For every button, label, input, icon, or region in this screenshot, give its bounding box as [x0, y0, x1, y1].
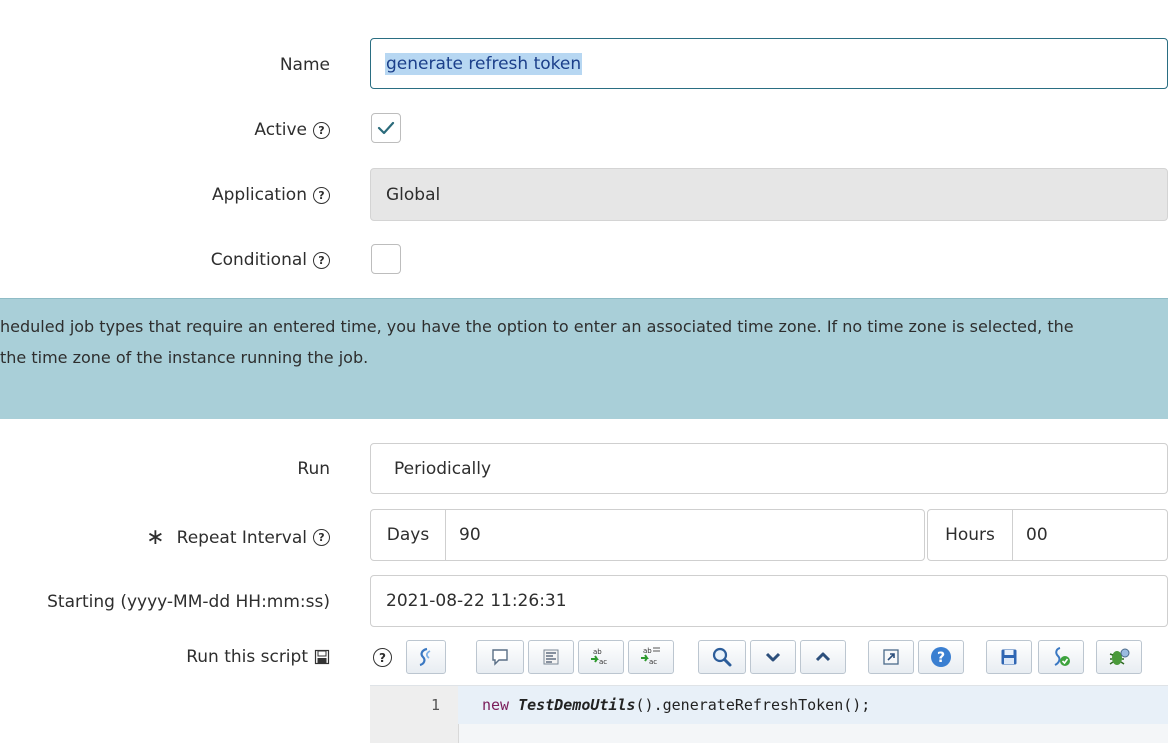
format-code-icon: [543, 649, 559, 665]
svg-text:ac: ac: [599, 658, 607, 666]
active-label: Active ?: [254, 120, 330, 140]
timezone-info-banner: heduled job types that require an entere…: [0, 298, 1168, 419]
run-select[interactable]: Periodically: [370, 443, 1168, 494]
required-marker: ∗: [146, 525, 165, 550]
run-script-label: Run this script: [186, 647, 330, 667]
repeat-interval-label: ∗ Repeat Interval ?: [146, 525, 330, 550]
starting-value: 2021-08-22 11:26:31: [386, 591, 567, 611]
svg-text:ab: ab: [593, 648, 602, 656]
code-call: ().generateRefreshToken();: [635, 696, 871, 714]
hours-addon: Hours: [928, 510, 1013, 560]
fullscreen-button[interactable]: [868, 640, 914, 674]
script-syntax-button[interactable]: [406, 640, 446, 674]
days-addon: Days: [371, 510, 446, 560]
active-checkbox[interactable]: [371, 113, 401, 143]
script-help-icon[interactable]: ?: [373, 648, 392, 667]
name-value: generate refresh token: [385, 52, 583, 75]
starting-label: Starting (yyyy-MM-dd HH:mm:ss): [47, 592, 330, 612]
svg-text:ac: ac: [649, 658, 657, 666]
save-script-button[interactable]: [986, 640, 1032, 674]
fullscreen-icon: [883, 649, 899, 665]
hours-input[interactable]: [1013, 524, 1148, 546]
conditional-checkbox[interactable]: [371, 244, 401, 274]
code-line[interactable]: new TestDemoUtils ().generateRefreshToken…: [458, 686, 1168, 724]
days-input[interactable]: [446, 524, 861, 546]
repeat-hours-group: Hours: [927, 509, 1168, 561]
replace-all-button[interactable]: ab ac: [628, 640, 674, 674]
code-class-name: TestDemoUtils: [518, 696, 636, 714]
run-label: Run: [297, 459, 330, 479]
search-button[interactable]: [698, 640, 746, 674]
replace-button[interactable]: ab ac: [578, 640, 624, 674]
comment-button[interactable]: [476, 640, 524, 674]
checkmark-icon: [377, 121, 395, 135]
application-label: Application ?: [212, 185, 330, 205]
name-label: Name: [279, 55, 330, 75]
script-check-button[interactable]: [1038, 640, 1084, 674]
name-input[interactable]: generate refresh token: [370, 38, 1168, 89]
banner-line-1: heduled job types that require an entere…: [0, 317, 1074, 336]
banner-line-2: the time zone of the instance running th…: [0, 348, 369, 367]
line-number: 1: [430, 696, 440, 714]
starting-input[interactable]: 2021-08-22 11:26:31: [370, 575, 1168, 627]
search-icon: [712, 647, 732, 667]
help-button[interactable]: ?: [918, 640, 964, 674]
help-icon[interactable]: ?: [313, 251, 330, 269]
conditional-label: Conditional ?: [211, 250, 330, 270]
script-editor[interactable]: 1 new TestDemoUtils ().generateRefreshTok…: [370, 685, 1168, 743]
repeat-days-group: Days: [370, 509, 925, 561]
find-next-button[interactable]: [750, 640, 796, 674]
debug-button[interactable]: [1096, 640, 1142, 674]
comment-icon: [492, 649, 508, 666]
save-field-icon[interactable]: [314, 649, 330, 665]
save-icon: [1001, 649, 1017, 665]
script-syntax-icon: [419, 647, 431, 667]
help-icon[interactable]: ?: [313, 121, 330, 139]
help-icon: ?: [931, 647, 951, 667]
application-value: Global: [386, 184, 441, 205]
find-previous-button[interactable]: [800, 640, 846, 674]
help-icon[interactable]: ?: [313, 529, 330, 546]
find-next-icon: [765, 652, 781, 662]
script-check-icon: [1054, 647, 1070, 666]
svg-text:?: ?: [937, 650, 945, 666]
application-field: Global: [370, 168, 1168, 221]
replace-icon: ab ac: [591, 648, 607, 666]
code-keyword: new: [482, 696, 510, 714]
debug-icon: [1109, 648, 1130, 665]
svg-text:ab: ab: [643, 647, 652, 655]
line-gutter: 1: [370, 686, 459, 743]
replace-all-icon: ab ac: [641, 647, 660, 666]
run-value: Periodically: [394, 458, 492, 479]
help-icon[interactable]: ?: [313, 186, 330, 204]
find-previous-icon: [815, 652, 831, 662]
format-code-button[interactable]: [528, 640, 574, 674]
